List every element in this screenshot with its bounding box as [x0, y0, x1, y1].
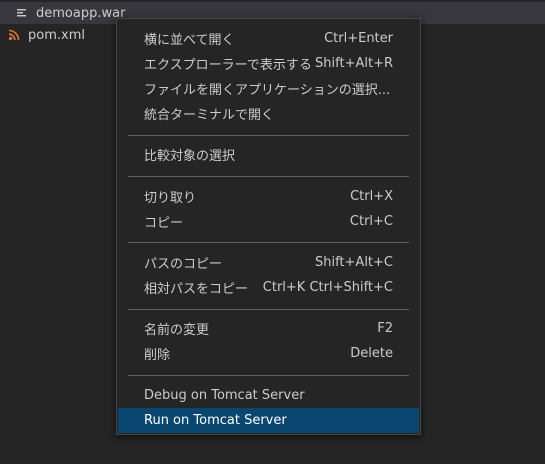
- menu-item-copy-relative-path[interactable]: 相対パスをコピー Ctrl+K Ctrl+Shift+C: [118, 275, 419, 300]
- menu-item-keybinding: Ctrl+C: [349, 214, 393, 229]
- file-item-pom-xml[interactable]: pom.xml: [0, 24, 85, 46]
- menu-item-open-to-side[interactable]: 横に並べて開く Ctrl+Enter: [118, 26, 419, 51]
- menu-separator: [128, 309, 409, 310]
- file-lines-icon: [14, 5, 30, 21]
- menu-item-label: Debug on Tomcat Server: [144, 388, 305, 403]
- menu-item-label: パスのコピー: [144, 257, 223, 272]
- context-menu: 横に並べて開く Ctrl+Enter エクスプローラーで表示する Shift+A…: [116, 18, 421, 435]
- menu-item-label: 統合ターミナルで開く: [144, 108, 275, 123]
- menu-separator: [128, 375, 409, 376]
- menu-item-keybinding: Ctrl+K Ctrl+Shift+C: [262, 280, 393, 295]
- menu-item-label: ファイルを開くアプリケーションの選択...: [144, 83, 391, 98]
- menu-separator: [128, 242, 409, 243]
- menu-item-keybinding: Ctrl+Enter: [324, 31, 393, 46]
- menu-item-run-on-tomcat[interactable]: Run on Tomcat Server: [118, 408, 419, 433]
- menu-item-select-for-compare[interactable]: 比較対象の選択: [118, 142, 419, 167]
- menu-item-keybinding: F2: [377, 321, 393, 336]
- file-item-label: pom.xml: [28, 27, 85, 43]
- menu-item-label: 切り取り: [144, 191, 197, 206]
- menu-item-keybinding: Delete: [350, 346, 393, 361]
- menu-item-label: 名前の変更: [144, 323, 210, 338]
- file-item-label: demoapp.war: [36, 5, 126, 21]
- menu-item-open-in-terminal[interactable]: 統合ターミナルで開く: [118, 101, 419, 126]
- menu-item-debug-on-tomcat[interactable]: Debug on Tomcat Server: [118, 383, 419, 408]
- menu-item-open-with[interactable]: ファイルを開くアプリケーションの選択...: [118, 76, 419, 101]
- menu-item-keybinding: Ctrl+X: [350, 189, 393, 204]
- menu-item-label: 横に並べて開く: [144, 33, 235, 48]
- menu-item-reveal-in-explorer[interactable]: エクスプローラーで表示する Shift+Alt+R: [118, 51, 419, 76]
- rss-icon: [6, 27, 22, 43]
- menu-separator: [128, 135, 409, 136]
- menu-item-delete[interactable]: 削除 Delete: [118, 341, 419, 366]
- menu-item-label: 削除: [144, 348, 171, 363]
- menu-separator: [128, 176, 409, 177]
- menu-item-copy[interactable]: コピー Ctrl+C: [118, 209, 419, 234]
- menu-item-rename[interactable]: 名前の変更 F2: [118, 316, 419, 341]
- menu-item-label: 比較対象の選択: [144, 149, 236, 164]
- menu-item-keybinding: Shift+Alt+C: [314, 255, 393, 270]
- menu-item-label: エクスプローラーで表示する: [144, 58, 312, 73]
- menu-item-label: コピー: [144, 216, 184, 231]
- menu-item-label: Run on Tomcat Server: [144, 413, 287, 428]
- menu-item-copy-path[interactable]: パスのコピー Shift+Alt+C: [118, 250, 419, 275]
- menu-item-label: 相対パスをコピー: [144, 282, 249, 297]
- menu-item-keybinding: Shift+Alt+R: [315, 56, 393, 71]
- menu-item-cut[interactable]: 切り取り Ctrl+X: [118, 184, 419, 209]
